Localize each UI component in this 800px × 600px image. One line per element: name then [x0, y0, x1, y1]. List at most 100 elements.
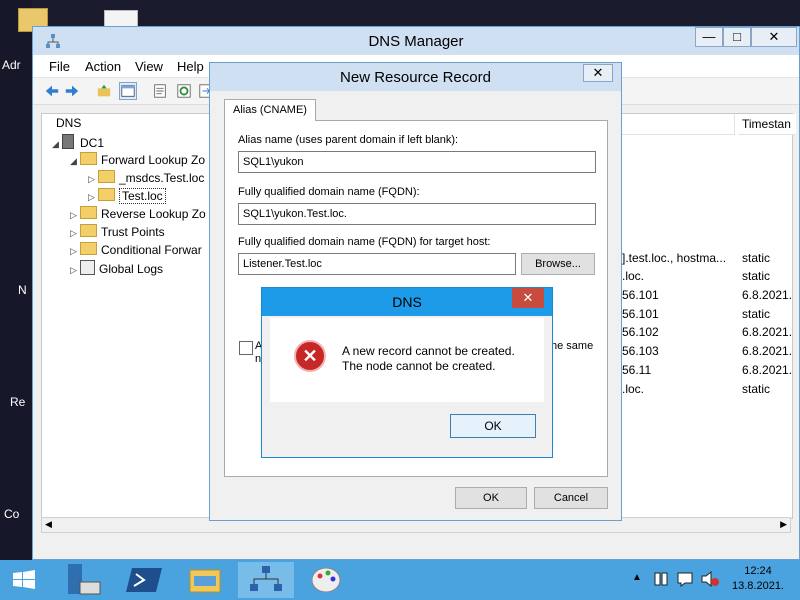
target-host-input[interactable]: Listener.Test.loc [238, 253, 516, 275]
powershell-icon[interactable] [118, 562, 174, 598]
folder-icon [80, 206, 97, 219]
desktop-label-4: Co [4, 507, 20, 521]
row-timestamp-cell[interactable]: 6.8.2021. [742, 344, 792, 358]
row-data-cell[interactable]: 56.101 [622, 307, 659, 321]
expand-arrow-icon[interactable]: ▷ [70, 210, 80, 221]
tree-item-server[interactable]: ◢ DC1 [52, 134, 104, 150]
row-data-cell[interactable]: ].test.loc., hostma... [622, 251, 726, 265]
fqdn-field: SQL1\yukon.Test.loc. [238, 203, 596, 225]
error-titlebar[interactable]: DNS ✕ [262, 288, 552, 316]
tree-item-label: Forward Lookup Zo [101, 153, 206, 167]
refresh-icon[interactable] [175, 82, 193, 100]
collapse-arrow-icon[interactable]: ◢ [70, 156, 80, 167]
cancel-button[interactable]: Cancel [534, 487, 608, 509]
row-timestamp-cell[interactable]: static [742, 382, 770, 396]
row-data-cell[interactable]: 56.101 [622, 288, 659, 302]
properties-icon[interactable] [151, 82, 169, 100]
tree-item-label: DNS [56, 116, 82, 130]
row-timestamp-cell[interactable]: 6.8.2021. [742, 288, 792, 302]
tree-item-label: Trust Points [101, 225, 165, 239]
folder-icon [80, 152, 97, 165]
scroll-right-icon[interactable]: ▶ [780, 519, 787, 530]
folder-icon [80, 224, 97, 237]
clock-time: 12:24 [744, 565, 772, 577]
tree-item-dns[interactable]: DNS [46, 116, 81, 130]
tree-item-label: Conditional Forwar [101, 243, 202, 257]
expand-arrow-icon[interactable]: ▷ [70, 246, 80, 257]
volume-muted-icon[interactable] [700, 570, 720, 588]
row-timestamp-cell[interactable]: static [742, 251, 770, 265]
dialog-titlebar[interactable]: New Resource Record ✕ [210, 63, 621, 91]
fqdn-label: Fully qualified domain name (FQDN): [238, 186, 420, 198]
alias-name-input[interactable]: SQL1\yukon [238, 151, 596, 173]
maximize-button[interactable]: □ [723, 27, 751, 47]
row-timestamp-cell[interactable]: 6.8.2021. [742, 363, 792, 377]
file-explorer-icon[interactable] [178, 562, 234, 598]
start-windows-icon[interactable] [0, 562, 48, 598]
tree-item-msdcs[interactable]: ▷ _msdcs.Test.loc [88, 170, 204, 185]
show-hidden-icons-icon[interactable]: ▲ [632, 572, 642, 583]
checkbox-label-tail: he same [551, 340, 594, 352]
dns-manager-taskbar-icon[interactable] [238, 562, 294, 598]
menu-action[interactable]: Action [85, 59, 121, 74]
desktop-label-3: Re [10, 395, 26, 409]
row-timestamp-cell[interactable]: 6.8.2021. [742, 325, 792, 339]
alias-name-label: Alias name (uses parent domain if left b… [238, 134, 459, 146]
collapse-arrow-icon[interactable]: ◢ [52, 139, 62, 150]
close-button[interactable]: ✕ [751, 27, 797, 47]
window-titlebar[interactable]: DNS Manager — □ ✕ [33, 27, 799, 55]
column-header-timestamp[interactable]: Timestan [738, 114, 796, 135]
zone-folder-icon [98, 170, 115, 183]
menu-file[interactable]: File [49, 59, 70, 74]
action-center-icon[interactable] [676, 570, 694, 588]
row-timestamp-cell[interactable]: static [742, 307, 770, 321]
network-icon[interactable] [652, 570, 670, 588]
menu-view[interactable]: View [135, 59, 163, 74]
row-data-cell[interactable]: .loc. [622, 269, 644, 283]
clock-date: 13.8.2021. [732, 580, 784, 592]
system-clock[interactable]: 12:24 13.8.2021. [730, 564, 786, 594]
expand-arrow-icon[interactable]: ▷ [70, 265, 80, 276]
up-folder-icon[interactable] [95, 82, 113, 100]
target-host-label: Fully qualified domain name (FQDN) for t… [238, 236, 491, 248]
forward-arrow-icon[interactable] [63, 82, 81, 100]
error-line-2: The node cannot be created. [342, 359, 496, 373]
tree-item-reverse-lookup[interactable]: ▷ Reverse Lookup Zo [70, 206, 206, 221]
back-arrow-icon[interactable] [43, 82, 61, 100]
error-message: A new record cannot be created. The node… [342, 344, 515, 374]
tree-item-trust-points[interactable]: ▷ Trust Points [70, 224, 165, 239]
row-data-cell[interactable]: .loc. [622, 382, 644, 396]
expand-arrow-icon[interactable]: ▷ [70, 228, 80, 239]
minimize-button[interactable]: — [695, 27, 723, 47]
tree-item-test-loc[interactable]: ▷ Test.loc [88, 188, 166, 204]
error-line-1: A new record cannot be created. [342, 344, 515, 358]
menu-help[interactable]: Help [177, 59, 204, 74]
desktop-label-1: Adr [2, 58, 21, 72]
server-icon [62, 134, 74, 149]
show-hide-tree-icon[interactable] [119, 82, 137, 100]
browse-button[interactable]: Browse... [521, 253, 595, 275]
tree-item-global-logs[interactable]: ▷ Global Logs [70, 260, 163, 276]
error-close-button[interactable]: ✕ [512, 288, 544, 308]
error-ok-button[interactable]: OK [450, 414, 536, 438]
tree-item-label: Reverse Lookup Zo [101, 207, 206, 221]
dialog-close-button[interactable]: ✕ [583, 64, 613, 82]
scroll-left-icon[interactable]: ◀ [45, 519, 52, 530]
paint-icon[interactable] [298, 562, 354, 598]
error-icon: ✕ [294, 340, 326, 372]
server-manager-icon[interactable] [58, 562, 114, 598]
console-tree: DNS ◢ DC1 ◢ Forward Lookup Zo ▷ _msdcs.Test… [41, 113, 213, 519]
row-data-cell[interactable]: 56.102 [622, 325, 659, 339]
tree-item-forward-lookup[interactable]: ◢ Forward Lookup Zo [70, 152, 205, 167]
tree-item-conditional-forwarders[interactable]: ▷ Conditional Forwar [70, 242, 202, 257]
allow-update-checkbox[interactable] [239, 341, 253, 355]
ok-button[interactable]: OK [455, 487, 527, 509]
tab-alias-cname[interactable]: Alias (CNAME) [224, 99, 316, 121]
row-data-cell[interactable]: 56.103 [622, 344, 659, 358]
row-data-cell[interactable]: 56.11 [622, 363, 651, 377]
dns-error-dialog: DNS ✕ ✕ A new record cannot be created. … [261, 287, 553, 458]
tree-item-label: _msdcs.Test.loc [119, 171, 205, 185]
expand-arrow-icon[interactable]: ▷ [88, 192, 98, 203]
row-timestamp-cell[interactable]: static [742, 269, 770, 283]
expand-arrow-icon[interactable]: ▷ [88, 174, 98, 185]
